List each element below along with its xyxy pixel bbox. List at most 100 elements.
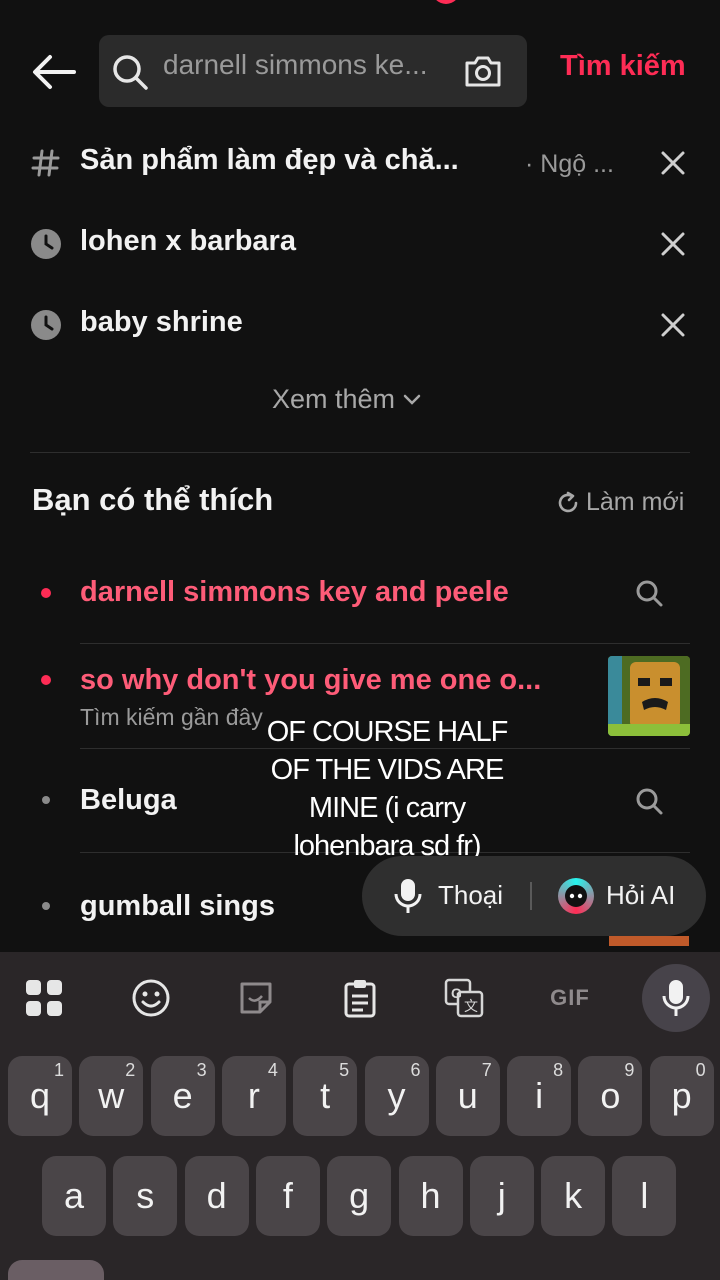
key-j[interactable]: j	[469, 1156, 534, 1236]
key-number-hint: 4	[267, 1060, 278, 1080]
key-letter: a	[63, 1175, 85, 1216]
caption-line: OF COURSE HALF	[266, 716, 509, 748]
clipboard-icon	[344, 980, 376, 1018]
see-more-button[interactable]: Xem thêm	[272, 384, 421, 415]
key-o[interactable]: o9	[578, 1056, 643, 1136]
search-icon[interactable]	[634, 578, 664, 608]
ask-ai-button[interactable]: Hỏi AI	[606, 880, 675, 911]
gif-button[interactable]: GIF	[544, 974, 596, 1022]
key-w[interactable]: w2	[79, 1056, 144, 1136]
key-letter: f	[282, 1175, 293, 1216]
search-icon	[113, 55, 148, 90]
key-number-hint: 1	[53, 1060, 64, 1080]
key-letter: h	[420, 1175, 441, 1216]
key-i[interactable]: i8	[507, 1056, 572, 1136]
bullet-dot	[42, 796, 50, 804]
refresh-button[interactable]: Làm mới	[556, 488, 684, 517]
suggestion-item[interactable]: darnell simmons key and peele	[0, 560, 720, 644]
key-h[interactable]: h	[398, 1156, 463, 1236]
close-icon[interactable]	[660, 312, 686, 338]
search-icon[interactable]	[634, 786, 664, 816]
key-letter: q	[29, 1075, 51, 1116]
key-u[interactable]: u7	[435, 1056, 500, 1136]
suggestion-label: gumball sings	[80, 890, 275, 922]
key-letter: y	[387, 1075, 406, 1116]
translate-button[interactable]: G 文	[440, 974, 488, 1022]
ai-assistant-icon[interactable]	[558, 878, 594, 914]
history-item[interactable]: Sản phẩm làm đẹp và chă... · Ngộ ...	[0, 122, 720, 203]
key-letter: u	[457, 1075, 478, 1116]
key-e[interactable]: e3	[150, 1056, 215, 1136]
keyboard-mic-button[interactable]	[642, 964, 710, 1032]
video-overlay-caption: OF COURSE HALF OF THE VIDS ARE MINE (i c…	[252, 713, 522, 865]
key-a[interactable]: a	[42, 1156, 106, 1236]
key-f[interactable]: f	[255, 1156, 320, 1236]
history-item-label: lohen x barbara	[80, 225, 296, 257]
svg-text:文: 文	[464, 999, 478, 1015]
history-item[interactable]: baby shrine	[0, 284, 720, 365]
key-t[interactable]: t5	[293, 1056, 358, 1136]
row-divider	[80, 643, 690, 644]
key-letter: w	[98, 1075, 125, 1116]
key-letter: d	[206, 1175, 227, 1216]
suggestion-label: so why don't you give me one o...	[80, 664, 542, 696]
key-number-hint: 6	[410, 1060, 421, 1080]
key-r[interactable]: r4	[221, 1056, 286, 1136]
translate-icon: G 文	[444, 978, 484, 1018]
search-box[interactable]: darnell simmons ke...	[99, 35, 527, 107]
back-button[interactable]	[28, 48, 80, 96]
key-letter: r	[247, 1075, 260, 1116]
key-p[interactable]: p0	[649, 1056, 714, 1136]
close-icon[interactable]	[660, 150, 686, 176]
emoji-icon	[132, 979, 170, 1017]
history-item[interactable]: lohen x barbara	[0, 203, 720, 284]
caption-line: OF THE VIDS ARE	[270, 754, 505, 786]
video-thumbnail[interactable]	[608, 656, 690, 736]
cartoon-thumbnail-image	[608, 656, 690, 736]
suggestions-title: Bạn có thể thích	[32, 482, 274, 517]
chevron-down-icon	[403, 394, 421, 405]
bullet-dot	[41, 675, 51, 685]
bullet-dot	[41, 588, 51, 598]
sticker-button[interactable]	[232, 974, 280, 1022]
key-letter: o	[600, 1075, 621, 1116]
search-input[interactable]: darnell simmons ke...	[163, 49, 455, 93]
clock-icon	[31, 310, 61, 340]
microphone-icon[interactable]	[392, 877, 424, 915]
status-indicator-dot	[432, 0, 460, 4]
key-letter: e	[172, 1075, 193, 1116]
key-s[interactable]: s	[113, 1156, 178, 1236]
voice-search-button[interactable]: Thoại	[438, 880, 503, 911]
refresh-icon	[558, 491, 578, 512]
clipboard-button[interactable]	[336, 974, 384, 1022]
key-y[interactable]: y6	[364, 1056, 429, 1136]
voice-ai-bar: Thoại Hỏi AI	[362, 856, 706, 936]
shift-key[interactable]	[8, 1260, 104, 1280]
close-icon[interactable]	[660, 231, 686, 257]
key-g[interactable]: g	[327, 1156, 392, 1236]
key-number-hint: 3	[196, 1060, 207, 1080]
key-letter: t	[320, 1075, 331, 1116]
refresh-label: Làm mới	[586, 488, 685, 516]
search-header: darnell simmons ke... Tìm kiếm	[0, 30, 720, 110]
caption-line: MINE (i carry	[308, 792, 466, 824]
key-letter: j	[497, 1175, 506, 1216]
arrow-left-icon	[33, 55, 76, 89]
key-d[interactable]: d	[184, 1156, 249, 1236]
suggestion-sublabel: Tìm kiếm gần đây	[80, 704, 263, 730]
keyboard-toolbar: G 文 GIF	[0, 952, 720, 1042]
emoji-button[interactable]	[127, 974, 175, 1022]
bullet-dot	[42, 902, 50, 910]
clock-icon	[31, 229, 61, 259]
key-letter: i	[535, 1075, 544, 1116]
see-more-label: Xem thêm	[272, 384, 396, 414]
key-k[interactable]: k	[541, 1156, 606, 1236]
key-l[interactable]: l	[612, 1156, 677, 1236]
key-q[interactable]: q1	[8, 1056, 72, 1136]
camera-icon[interactable]	[463, 53, 503, 89]
key-letter: g	[349, 1175, 370, 1216]
apps-grid-button[interactable]	[20, 974, 68, 1022]
key-number-hint: 9	[624, 1060, 635, 1080]
search-submit-button[interactable]: Tìm kiếm	[560, 50, 686, 83]
hash-icon	[31, 149, 60, 177]
